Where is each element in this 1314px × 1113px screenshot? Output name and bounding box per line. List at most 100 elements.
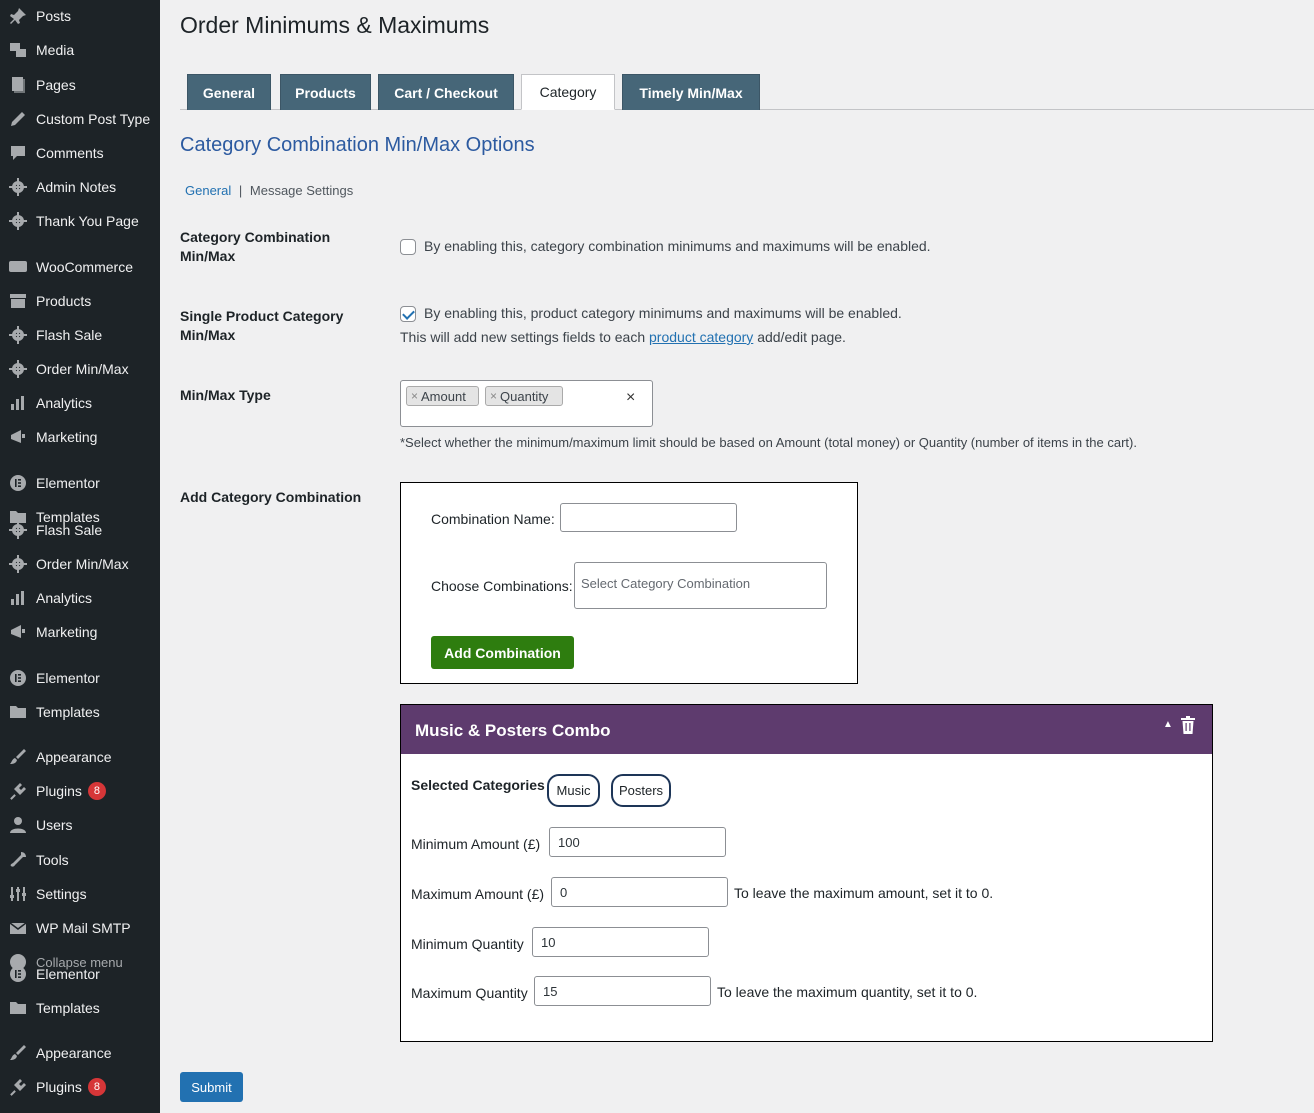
sidebar-item-elementor[interactable]: Elementor — [0, 468, 160, 498]
sidebar-item-label: WP Mail SMTP — [36, 920, 131, 936]
maximum-amount-input[interactable]: 0 — [551, 877, 728, 907]
choose-combinations-select[interactable]: Select Category Combination — [574, 562, 827, 609]
sidebar-item-label: Analytics — [36, 590, 93, 606]
sidebar-item-analytics[interactable]: Analytics — [0, 583, 160, 613]
sidebar-item-wp-mail-smtp[interactable]: WP Mail SMTP — [0, 913, 160, 943]
sidebar-item-marketing[interactable]: Marketing — [0, 422, 160, 452]
combination-header: Music & Posters Combo ▲ — [401, 705, 1212, 754]
sidebar-item-products[interactable]: Products — [0, 286, 160, 316]
sidebar-item-plugins[interactable]: Plugins 8 — [0, 776, 160, 806]
chip-amount[interactable]: × Amount — [406, 386, 479, 406]
gear-icon — [0, 521, 36, 539]
sub-navigation: General | Message Settings — [185, 183, 353, 198]
clear-selection-icon[interactable]: × — [626, 389, 635, 407]
sidebar-item-flash-sale[interactable]: Flash Sale — [0, 515, 160, 545]
sidebar-item-label: Order Min/Max — [36, 361, 129, 377]
sidebar-item-settings[interactable]: Settings — [0, 879, 160, 909]
subnav-message-settings-link[interactable]: Message Settings — [250, 183, 353, 198]
sidebar-item-elementor[interactable]: Elementor — [0, 959, 160, 989]
submit-button[interactable]: Submit — [180, 1072, 243, 1102]
category-combination-desc: By enabling this, category combination m… — [424, 238, 931, 254]
maximum-quantity-input[interactable]: 15 — [534, 976, 711, 1006]
product-category-link[interactable]: product category — [649, 329, 753, 345]
sidebar-item-order-min-max[interactable]: Order Min/Max — [0, 549, 160, 579]
sidebar-item-media[interactable]: Media — [0, 35, 160, 65]
pencil-icon — [0, 110, 36, 128]
sidebar-item-label: Appearance — [36, 749, 112, 765]
sidebar-item-flash-sale[interactable]: Flash Sale — [0, 320, 160, 350]
min-max-type-select[interactable]: × Amount × Quantity × — [400, 380, 653, 427]
gear-icon — [0, 326, 36, 344]
sidebar-item-label: Comments — [36, 145, 104, 161]
minimum-amount-label: Minimum Amount (£) — [411, 836, 541, 852]
sidebar-item-label: Admin Notes — [36, 179, 117, 195]
mail-icon — [0, 919, 36, 937]
collapse-arrow-icon[interactable]: ▲ — [1163, 719, 1173, 730]
chip-quantity[interactable]: × Quantity — [485, 386, 563, 406]
archive-icon — [0, 292, 36, 310]
sidebar-item-users[interactable]: Users — [0, 810, 160, 840]
category-combination-checkbox[interactable] — [400, 239, 416, 256]
combination-name-input[interactable] — [560, 503, 737, 532]
sidebar-item-tools[interactable]: Tools — [0, 845, 160, 875]
comment-icon — [0, 144, 36, 162]
tab-products[interactable]: Products — [280, 74, 371, 110]
sidebar-item-label: Analytics — [36, 395, 93, 411]
sidebar-item-comments[interactable]: Comments — [0, 138, 160, 168]
sidebar-item-appearance[interactable]: Appearance — [0, 1038, 160, 1068]
sidebar-item-thank-you-page[interactable]: Thank You Page — [0, 206, 160, 236]
tab-category[interactable]: Category — [521, 74, 615, 110]
minimum-amount-input[interactable]: 100 — [549, 827, 726, 857]
plug-icon — [0, 782, 36, 800]
tab-cart-checkout[interactable]: Cart / Checkout — [378, 74, 514, 110]
sidebar-item-posts[interactable]: Posts — [0, 1, 160, 31]
combination-title: Music & Posters Combo — [415, 721, 611, 740]
sidebar-item-templates[interactable]: Templates — [0, 993, 160, 1023]
sidebar-item-elementor[interactable]: Elementor — [0, 663, 160, 693]
single-category-checkbox[interactable] — [400, 306, 416, 323]
single-category-label: Single Product Category Min/Max — [180, 308, 344, 343]
gear-icon — [0, 555, 36, 573]
sidebar-item-woocommerce[interactable]: WooCommerce — [0, 252, 160, 282]
sidebar-item-analytics[interactable]: Analytics — [0, 388, 160, 418]
add-category-combination-label: Add Category Combination — [180, 489, 362, 505]
tab-general[interactable]: General — [187, 74, 271, 110]
update-count-badge: 8 — [87, 782, 106, 800]
chip-remove-icon[interactable]: × — [411, 389, 418, 403]
sidebar-item-label: Thank You Page — [36, 213, 139, 229]
sidebar-item-label: Flash Sale — [36, 521, 103, 538]
maximum-quantity-note: To leave the maximum quantity, set it to… — [717, 984, 978, 1000]
sidebar-item-label: Plugins — [36, 1079, 82, 1095]
add-combination-button[interactable]: Add Combination — [431, 636, 574, 669]
sidebar-item-label: Tools — [36, 852, 69, 868]
combination-panel: Music & Posters Combo ▲ Selected Categor… — [400, 704, 1213, 1042]
user-icon — [0, 816, 36, 834]
sidebar-item-label: Appearance — [36, 1045, 112, 1061]
chip-remove-icon[interactable]: × — [490, 389, 497, 403]
sidebar-item-custom-post-type[interactable]: Custom Post Type — [0, 104, 160, 134]
page-title: Order Minimums & Maximums — [180, 12, 490, 38]
woo-icon — [0, 258, 36, 276]
sidebar-item-appearance[interactable]: Appearance — [0, 742, 160, 772]
category-pill-music[interactable]: Music — [547, 774, 600, 807]
subnav-general-link[interactable]: General — [185, 183, 231, 198]
sidebar-item-label: WooCommerce — [36, 259, 133, 275]
gear-icon — [0, 178, 36, 196]
sidebar-item-pages[interactable]: Pages — [0, 70, 160, 100]
sidebar-item-label: Settings — [36, 886, 87, 902]
minimum-quantity-input[interactable]: 10 — [532, 927, 709, 957]
category-pill-posters[interactable]: Posters — [611, 774, 671, 807]
sidebar-item-marketing[interactable]: Marketing — [0, 617, 160, 647]
single-category-field: By enabling this, product category minim… — [400, 305, 902, 323]
elementor-icon — [0, 965, 36, 983]
sidebar-item-plugins[interactable]: Plugins 8 — [0, 1072, 160, 1102]
sidebar-item-label: Posts — [36, 8, 72, 24]
sidebar-item-label: Media — [36, 42, 75, 58]
sidebar-item-templates[interactable]: Templates — [0, 697, 160, 727]
sidebar-item-admin-notes[interactable]: Admin Notes — [0, 172, 160, 202]
tab-timely-min-max[interactable]: Timely Min/Max — [622, 74, 760, 110]
sidebar-item-label: Elementor — [36, 966, 100, 982]
maximum-quantity-label: Maximum Quantity — [411, 985, 528, 1001]
trash-icon[interactable] — [1180, 716, 1196, 734]
sidebar-item-order-min-max[interactable]: Order Min/Max — [0, 354, 160, 384]
